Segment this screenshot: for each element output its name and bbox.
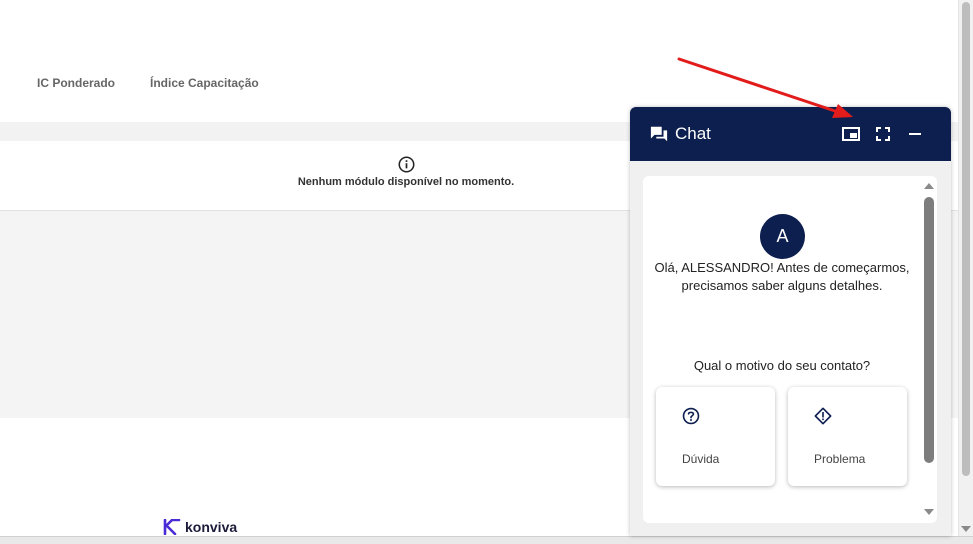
tab-ic-ponderado[interactable]: IC Ponderado [37, 76, 115, 90]
page-scrollbar[interactable] [958, 0, 973, 536]
picture-in-picture-icon [842, 127, 860, 141]
option-problema-button[interactable]: Problema [788, 387, 907, 486]
fullscreen-icon [876, 127, 890, 141]
page: IC Ponderado Índice Capacitação Nenhum m… [0, 0, 973, 544]
chat-title: Chat [675, 124, 711, 143]
bottom-bar [0, 536, 973, 544]
question-circle-icon [682, 407, 700, 425]
chat-scrollbar-thumb[interactable] [924, 197, 934, 463]
warning-diamond-icon [814, 407, 832, 425]
contact-reason-question: Qual o motivo do seu contato? [693, 358, 871, 373]
option-duvida-label: Dúvida [682, 452, 720, 466]
tab-indice-capacitacao[interactable]: Índice Capacitação [150, 76, 259, 90]
chat-bubbles-icon [650, 126, 668, 142]
brand-logo[interactable]: konviva [163, 519, 237, 535]
chat-scroll-down-arrow[interactable] [924, 509, 934, 515]
page-scrollbar-thumb[interactable] [962, 2, 970, 476]
avatar: A [760, 214, 805, 259]
konviva-logo-icon [163, 519, 181, 535]
fullscreen-button[interactable] [872, 123, 894, 145]
chat-scroll-up-arrow[interactable] [924, 183, 934, 189]
info-icon [398, 156, 415, 173]
minimize-button[interactable] [904, 123, 926, 145]
picture-in-picture-button[interactable] [840, 123, 862, 145]
chat-header: Chat [630, 107, 951, 161]
option-duvida-button[interactable]: Dúvida [656, 387, 775, 486]
minimize-icon [909, 133, 921, 135]
brand-name: konviva [185, 519, 238, 535]
option-problema-label: Problema [814, 452, 866, 466]
greeting-message: Olá, ALESSANDRO! Antes de começarmos, pr… [654, 260, 910, 293]
chat-widget: Chat A Olá, ALESSANDRO! Antes de começar… [630, 107, 951, 536]
page-scroll-down-arrow[interactable] [961, 526, 971, 532]
